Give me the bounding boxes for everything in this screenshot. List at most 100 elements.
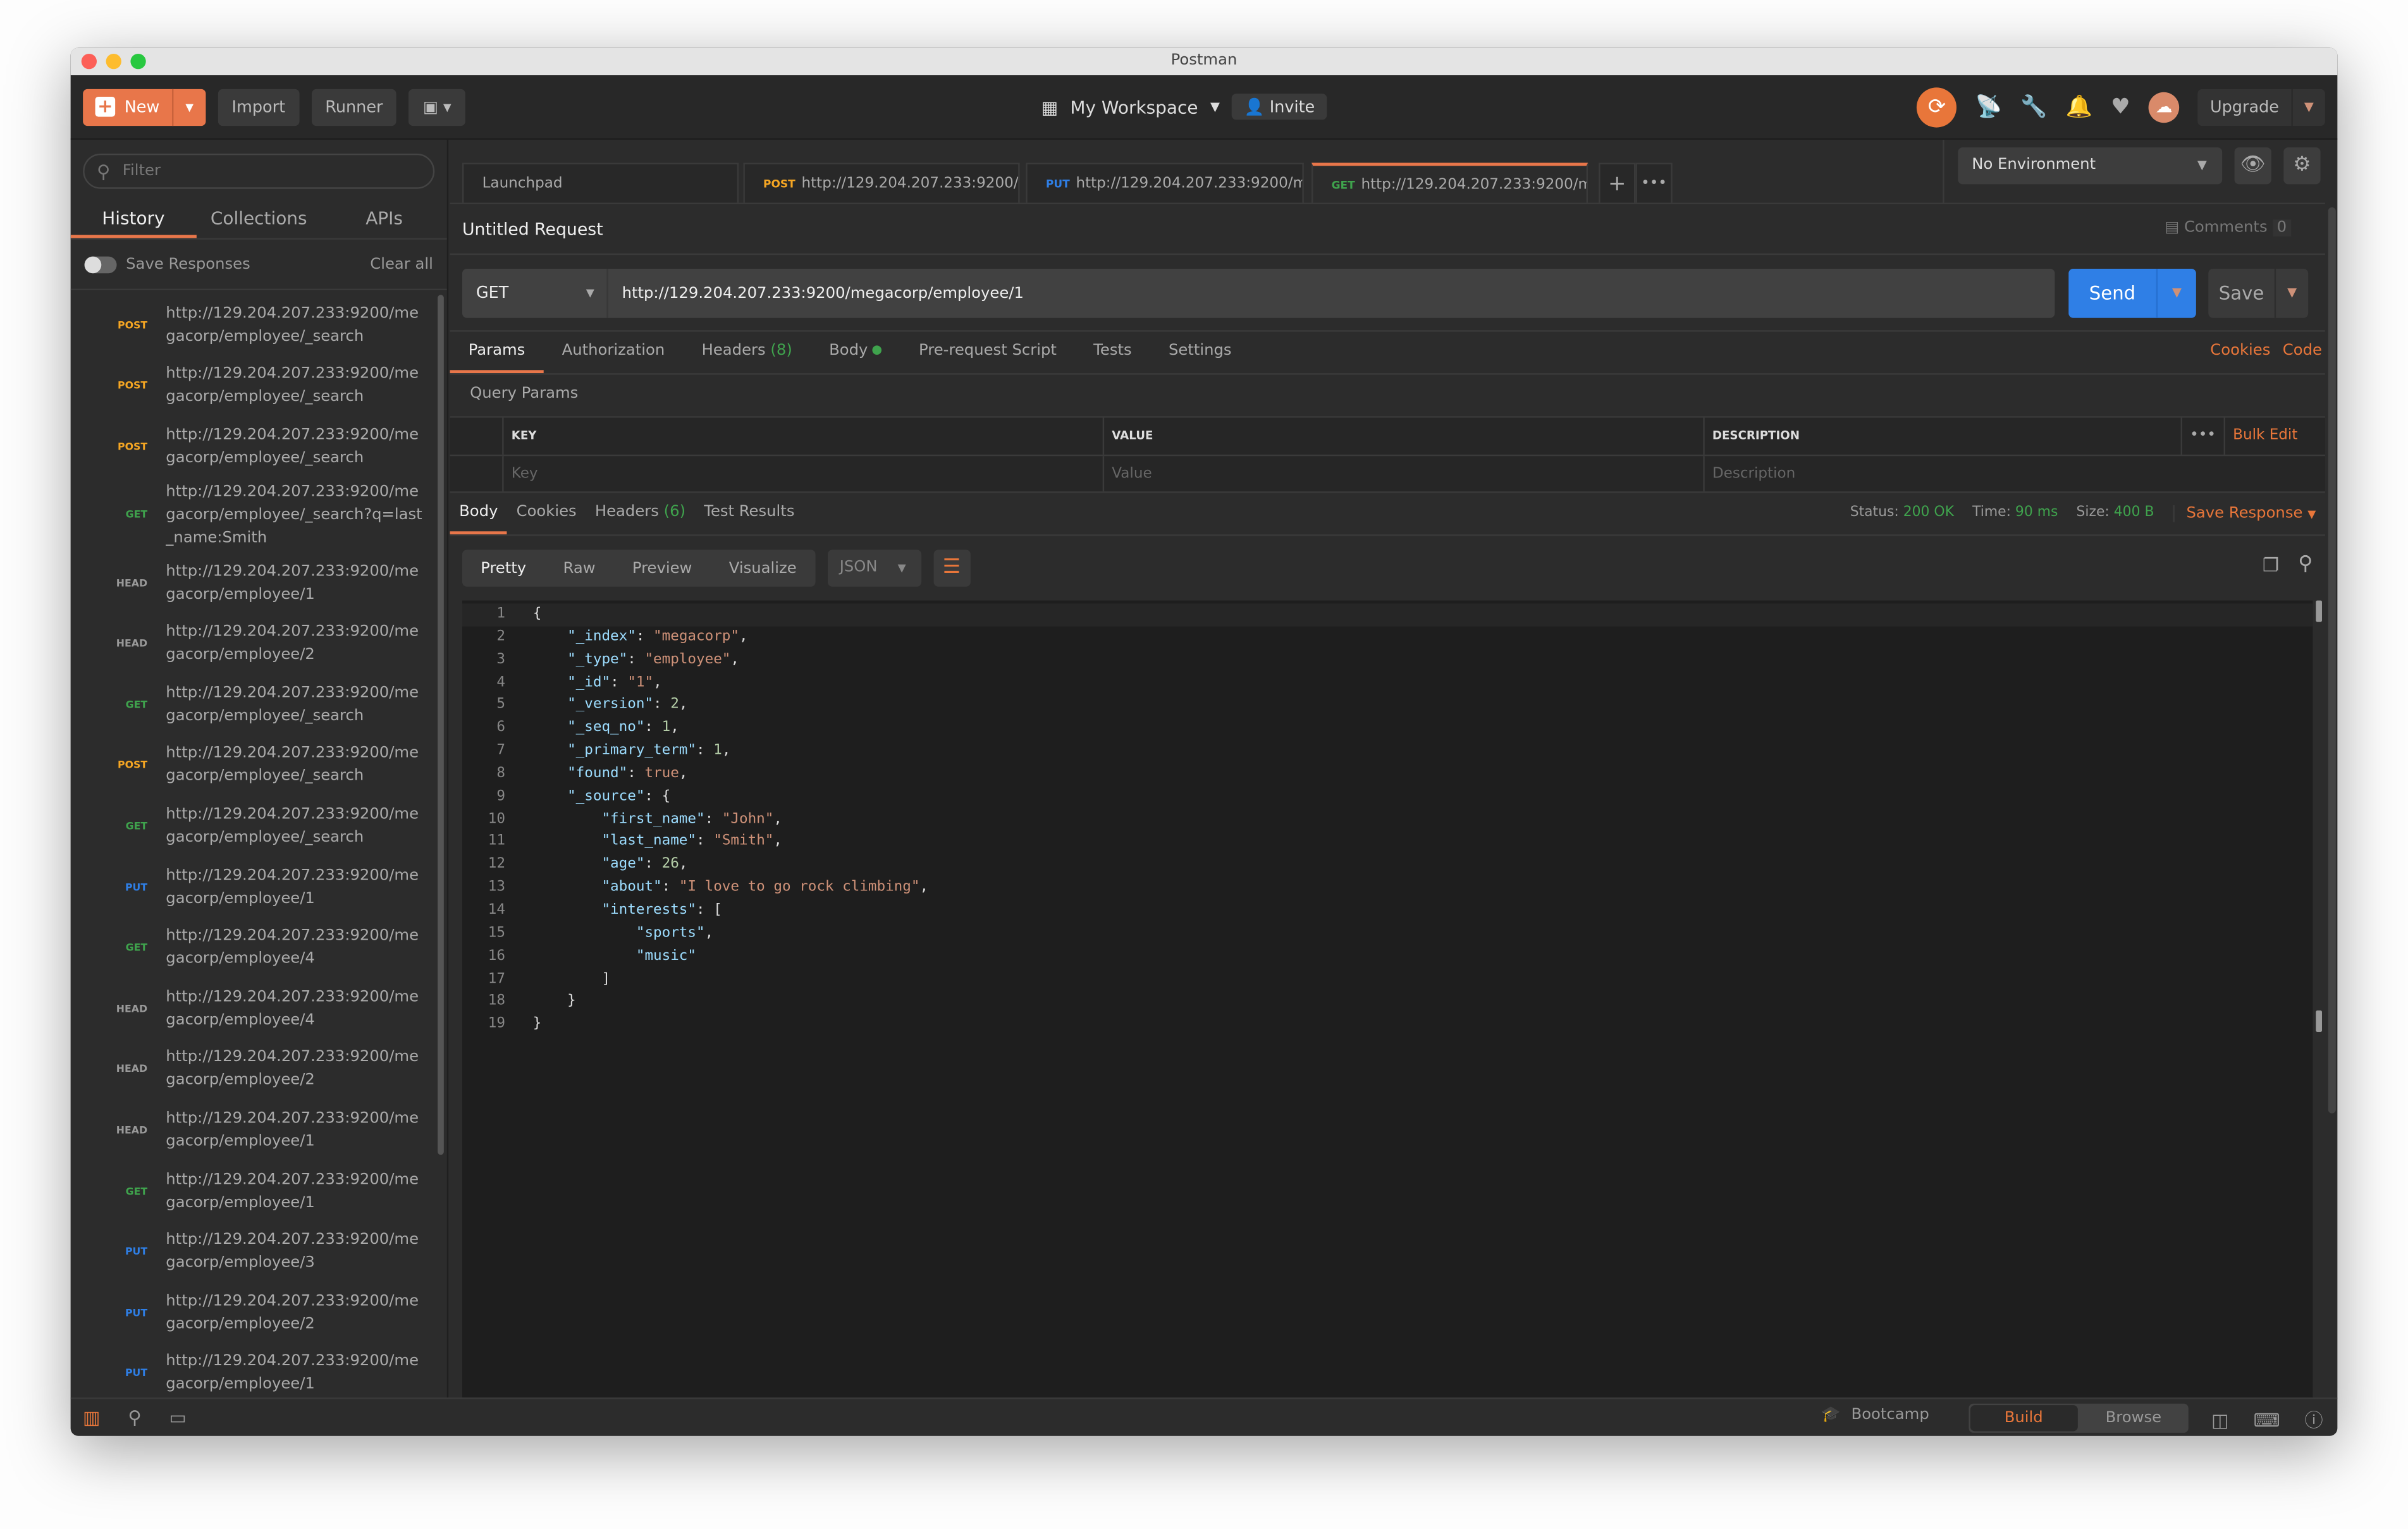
wrench-icon[interactable]: 🔧 — [2020, 95, 2047, 120]
more-icon[interactable]: ••• — [2180, 417, 2224, 454]
code-link[interactable]: Code — [2276, 333, 2325, 373]
tab-test-results[interactable]: Test Results — [695, 494, 804, 534]
add-tab-button[interactable]: + — [1599, 163, 1636, 203]
tab-response-headers[interactable]: Headers (6) — [586, 494, 694, 534]
comments-button[interactable]: ▤ Comments 0 — [2165, 219, 2292, 236]
search-icon[interactable]: ⚲ — [2298, 553, 2313, 575]
method-select[interactable]: GET ▼ — [462, 268, 608, 318]
tab-settings[interactable]: Settings — [1150, 333, 1250, 373]
browse-tab[interactable]: Browse — [2080, 1405, 2187, 1431]
runner-button[interactable]: Runner — [311, 88, 397, 125]
copy-icon[interactable]: ❐ — [2263, 555, 2279, 576]
history-item[interactable]: GET http://129.204.207.233:9200/megacorp/… — [71, 918, 435, 978]
request-tab[interactable]: PUT http://129.204.207.233:9200/m... — [1026, 163, 1304, 203]
find-icon[interactable]: ⚲ — [128, 1407, 141, 1428]
send-dropdown-icon[interactable]: ▼ — [2156, 268, 2196, 318]
language-select[interactable]: JSON ▼ — [827, 550, 921, 587]
bell-icon[interactable]: 🔔 — [2066, 95, 2092, 120]
history-item[interactable]: HEAD http://129.204.207.233:9200/megacorp… — [71, 1100, 435, 1160]
history-item[interactable]: HEAD http://129.204.207.233:9200/megacorp… — [71, 978, 435, 1039]
history-item[interactable]: PUT http://129.204.207.233:9200/megacorp/… — [71, 1343, 435, 1397]
environment-quick-look-button[interactable]: 👁 — [2234, 147, 2271, 185]
history-item[interactable]: GET http://129.204.207.233:9200/megacorp/… — [71, 477, 435, 553]
environment-select[interactable]: No Environment ▼ — [1958, 147, 2223, 185]
tab-body[interactable]: Body — [811, 333, 900, 373]
tab-tests[interactable]: Tests — [1075, 333, 1150, 373]
bulk-edit-link[interactable]: Bulk Edit — [2223, 417, 2325, 454]
format-visualize[interactable]: Visualize — [711, 560, 815, 577]
new-dropdown-icon[interactable]: ▾ — [171, 88, 206, 125]
save-response-button[interactable]: Save Response ▼ — [2172, 505, 2316, 522]
history-item[interactable]: POST http://129.204.207.233:9200/megacorp… — [71, 417, 435, 477]
request-tab[interactable]: Launchpad — [462, 163, 739, 203]
close-window-button[interactable] — [81, 53, 97, 70]
save-dropdown-icon[interactable]: ▼ — [2274, 268, 2308, 318]
tab-headers[interactable]: Headers (8) — [683, 333, 811, 373]
new-window-button[interactable]: ▣ ▾ — [408, 88, 465, 125]
main-scrollbar[interactable] — [2328, 207, 2336, 1114]
format-preview[interactable]: Preview — [614, 560, 711, 577]
tab-pre-request-script[interactable]: Pre-request Script — [900, 333, 1075, 373]
new-button[interactable]: + New ▾ — [83, 88, 206, 125]
minimize-window-button[interactable] — [106, 53, 121, 70]
import-button[interactable]: Import — [218, 88, 300, 125]
key-input[interactable]: Key — [502, 455, 1103, 492]
description-input[interactable]: Description — [1703, 455, 2325, 492]
request-tab[interactable]: GET http://129.204.207.233:9200/m... — [1311, 163, 1588, 203]
history-item[interactable]: HEAD http://129.204.207.233:9200/megacorp… — [71, 553, 435, 613]
filter-input[interactable]: ⚲ Filter — [83, 153, 435, 189]
satellite-icon[interactable]: 📡 — [1975, 95, 2002, 120]
history-item[interactable]: PUT http://129.204.207.233:9200/megacorp/… — [71, 1282, 435, 1343]
url-input[interactable]: http://129.204.207.233:9200/megacorp/emp… — [608, 285, 1024, 302]
request-tab[interactable]: POST http://129.204.207.233:9200/... — [743, 163, 1020, 203]
tab-params[interactable]: Params — [450, 333, 544, 374]
two-pane-view-icon[interactable]: ◫ — [2211, 1409, 2229, 1430]
cookies-link[interactable]: Cookies — [2204, 333, 2277, 373]
send-button[interactable]: Send ▼ — [2068, 268, 2196, 318]
history-item[interactable]: PUT http://129.204.207.233:9200/megacorp/… — [71, 857, 435, 918]
help-icon[interactable]: ⓘ — [2304, 1407, 2323, 1433]
sidebar-scrollbar[interactable] — [438, 295, 444, 1155]
clear-all-button[interactable]: Clear all — [370, 255, 433, 273]
format-raw[interactable]: Raw — [544, 560, 613, 577]
sync-icon[interactable]: ⟳ — [1917, 87, 1957, 128]
history-item[interactable]: POST http://129.204.207.233:9200/megacorp… — [71, 295, 435, 355]
history-item[interactable]: GET http://129.204.207.233:9200/megacorp/… — [71, 674, 435, 735]
workspace-switcher[interactable]: ▦ My Workspace ▼ 👤 Invite — [1041, 94, 1327, 120]
save-button[interactable]: Save ▼ — [2208, 268, 2309, 318]
build-tab[interactable]: Build — [1970, 1405, 2077, 1432]
history-item[interactable]: GET http://129.204.207.233:9200/megacorp/… — [71, 1160, 435, 1221]
upgrade-button[interactable]: Upgrade ▼ — [2197, 89, 2325, 126]
history-item[interactable]: PUT http://129.204.207.233:9200/megacorp/… — [71, 1221, 435, 1282]
bootcamp-button[interactable]: 🎓 Bootcamp — [1821, 1407, 1929, 1424]
history-item[interactable]: POST http://129.204.207.233:9200/megacorp… — [71, 735, 435, 795]
toggle-sidebar-icon[interactable]: ▥ — [83, 1407, 101, 1428]
method-badge: PUT — [125, 1245, 148, 1258]
history-item[interactable]: HEAD http://129.204.207.233:9200/megacorp… — [71, 613, 435, 674]
heart-icon[interactable]: ♥ — [2111, 95, 2130, 120]
format-pretty[interactable]: Pretty — [462, 560, 544, 577]
tab-authorization[interactable]: Authorization — [543, 333, 683, 373]
history-item[interactable]: HEAD http://129.204.207.233:9200/megacorp… — [71, 1039, 435, 1100]
tab-options-button[interactable]: ••• — [1635, 163, 1673, 203]
avatar[interactable]: ☁ — [2148, 92, 2180, 123]
tab-apis[interactable]: APIs — [321, 200, 446, 238]
send-label: Send — [2089, 282, 2136, 304]
invite-button[interactable]: 👤 Invite — [1232, 94, 1327, 120]
save-responses-toggle[interactable] — [84, 255, 117, 273]
request-title[interactable]: Untitled Request — [462, 219, 603, 240]
history-url: http://129.204.207.233:9200/megacorp/emp… — [166, 684, 419, 725]
history-item[interactable]: POST http://129.204.207.233:9200/megacorp… — [71, 355, 435, 416]
keyboard-shortcuts-icon[interactable]: ⌨ — [2254, 1409, 2280, 1430]
tab-response-cookies[interactable]: Cookies — [507, 494, 586, 534]
tab-collections[interactable]: Collections — [196, 200, 321, 238]
history-item[interactable]: GET http://129.204.207.233:9200/megacorp/… — [71, 795, 435, 856]
tab-history[interactable]: History — [70, 200, 197, 238]
value-input[interactable]: Value — [1102, 455, 1704, 492]
console-icon[interactable]: ▭ — [169, 1407, 187, 1428]
zoom-window-button[interactable] — [130, 53, 146, 70]
wrap-lines-button[interactable]: ☰ — [933, 550, 971, 587]
manage-environments-button[interactable]: ⚙ — [2283, 147, 2321, 185]
tab-response-body[interactable]: Body — [450, 494, 508, 535]
response-body-editor[interactable]: 1{2 "_index": "megacorp", 3 "_type": "emp… — [462, 600, 2313, 1397]
